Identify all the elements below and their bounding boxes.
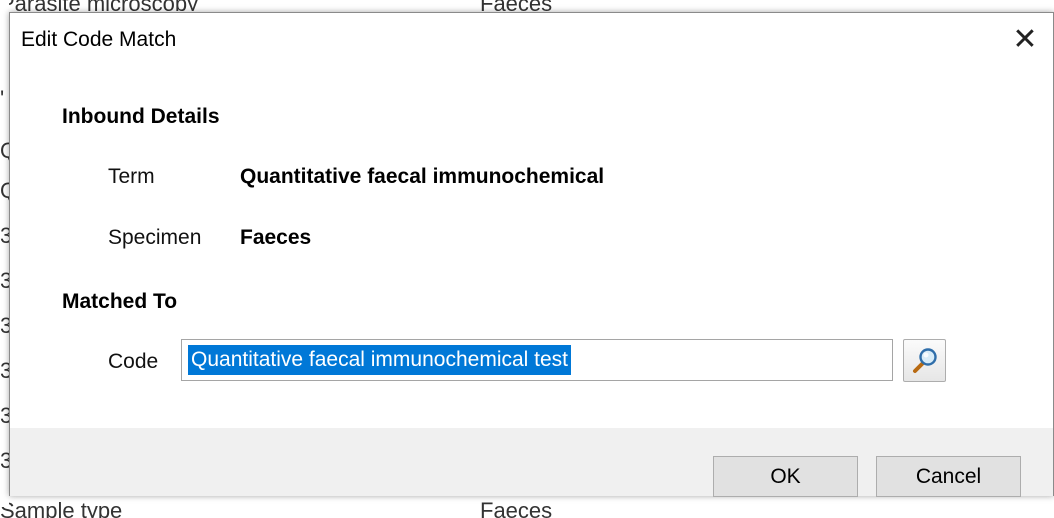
magnifier-icon (913, 348, 937, 373)
background-edge-glyph: 3 (0, 315, 9, 337)
background-edge-glyph: 3 (0, 450, 9, 472)
background-cell-bottom-left: Sample type (0, 498, 123, 518)
background-edge-glyph: 3 (0, 360, 9, 382)
code-label: Code (108, 350, 159, 373)
inbound-details-heading: Inbound Details (62, 105, 220, 128)
specimen-label: Specimen (108, 226, 202, 249)
background-cell-top-right: Faeces (480, 0, 680, 11)
specimen-value: Faeces (240, 226, 312, 249)
background-edge-glyph: Q (0, 140, 9, 162)
edit-code-match-dialog: Edit Code Match ✕ Inbound Details Term Q… (9, 12, 1054, 497)
code-input-selected-text: Quantitative faecal immunochemical test (188, 345, 572, 375)
background-cell-top-left: Parasite microscopy (0, 0, 230, 11)
dialog-footer: OK Cancel (10, 428, 1053, 497)
background-cell-bottom-right: Faeces (480, 498, 553, 518)
cancel-button[interactable]: Cancel (876, 456, 1021, 497)
term-value: Quantitative faecal immunochemical (240, 165, 605, 188)
term-label: Term (108, 165, 155, 188)
background-edge-glyph: Q (0, 180, 9, 202)
lookup-button[interactable] (903, 339, 946, 382)
background-edge-glyph: 3 (0, 405, 9, 427)
close-icon[interactable]: ✕ (997, 13, 1053, 65)
background-edge-glyph: ' (0, 88, 5, 110)
dialog-title: Edit Code Match (21, 28, 177, 51)
code-input[interactable]: Quantitative faecal immunochemical test (181, 339, 893, 381)
background-edge-glyph: 3 (0, 225, 9, 247)
dialog-titlebar[interactable]: Edit Code Match ✕ (10, 13, 1053, 65)
background-left-strip: ' Q Q 3 3 3 3 3 3 (0, 0, 9, 507)
matched-to-heading: Matched To (62, 290, 178, 313)
ok-button[interactable]: OK (713, 456, 858, 497)
background-edge-glyph: 3 (0, 270, 9, 292)
